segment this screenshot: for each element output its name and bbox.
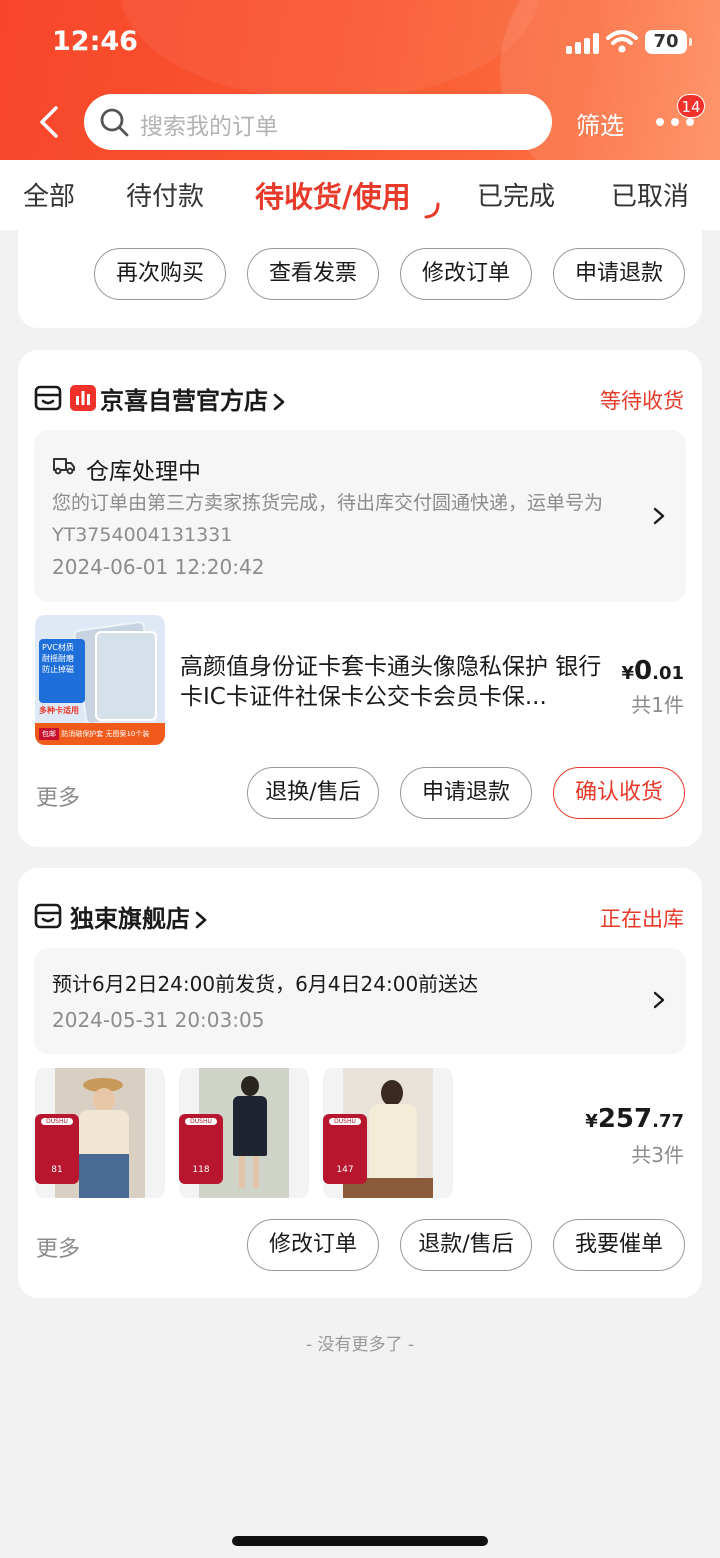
signal-icon <box>566 32 602 54</box>
shop-header[interactable]: 京喜自营官方店 <box>34 381 334 417</box>
order-card-previous: 再次购买 查看发票 修改订单 申请退款 <box>18 230 702 328</box>
modify-order-button[interactable]: 修改订单 <box>247 1219 379 1271</box>
tab-cancelled[interactable]: 已取消 <box>611 176 689 213</box>
battery-indicator: 70 <box>645 30 692 54</box>
end-of-list-text: - 没有更多了 - <box>305 1335 415 1355</box>
chevron-right-icon <box>273 393 285 411</box>
refund-aftersale-button[interactable]: 退款/售后 <box>400 1219 532 1271</box>
shop-name: 独束旗舰店 <box>70 899 208 934</box>
header-decoration <box>120 0 540 100</box>
chevron-right-icon <box>653 507 665 525</box>
brand-tag: DUSHU <box>329 1118 361 1125</box>
progress-description: 您的订单由第三方卖家拣货完成，待出库交付圆通快递，运单号为YT375400413… <box>52 492 604 546</box>
shop-icon <box>34 903 62 929</box>
order-status: 正在出库 <box>600 907 684 931</box>
back-arrow-icon[interactable] <box>36 104 64 140</box>
thumb-price: 118 <box>192 1165 210 1175</box>
filter-button[interactable]: 筛选 <box>576 106 624 141</box>
order-status: 等待收货 <box>600 389 684 413</box>
chevron-right-icon <box>195 911 207 929</box>
shop-icon <box>34 385 62 411</box>
product-title[interactable]: 高颜值身份证卡套卡通头像隐私保护 银行卡IC卡证件社保卡公交卡会员卡保... <box>180 652 614 712</box>
delivery-estimate-box[interactable]: 预计6月2日24:00前发货，6月4日24:00前送达 2024-05-31 2… <box>34 948 686 1054</box>
header-bar: 12:46 70 搜索我的订单 筛选 14 <box>0 0 720 160</box>
order-tabs: 全部 待付款 待收货/使用 已完成 已取消 <box>0 160 720 230</box>
brand-tag: DUSHU <box>185 1118 217 1125</box>
modify-order-button[interactable]: 修改订单 <box>400 248 532 300</box>
shop-header[interactable]: 独束旗舰店 <box>34 899 254 935</box>
request-refund-button[interactable]: 申请退款 <box>400 767 532 819</box>
tab-pending-payment[interactable]: 待付款 <box>126 176 204 213</box>
thumb-tag: 防消磁保护套 无图案10个装 <box>61 730 150 738</box>
search-placeholder: 搜索我的订单 <box>140 114 278 140</box>
thumb-tag: 防止掉磁 <box>42 665 74 674</box>
thumb-price: 147 <box>336 1165 354 1175</box>
product-image[interactable]: DUSHU 118 <box>179 1068 309 1198</box>
thumb-price: 81 <box>51 1165 63 1175</box>
search-icon <box>100 108 129 137</box>
wifi-icon <box>606 30 638 53</box>
product-image[interactable]: DUSHU 81 <box>35 1068 165 1198</box>
product-image[interactable]: PVC材质 耐摇耐磨 防止掉磁 多种卡适用 包邮 防消磁保护套 无图案10个装 <box>35 615 165 745</box>
more-link[interactable]: 更多 <box>36 1231 80 1263</box>
urge-order-button[interactable]: 我要催单 <box>553 1219 685 1271</box>
tab-completed[interactable]: 已完成 <box>477 176 555 213</box>
more-link[interactable]: 更多 <box>36 780 80 812</box>
order-price: ¥0.01 <box>621 656 684 686</box>
order-card-2: 独束旗舰店 正在出库 预计6月2日24:00前发货，6月4日24:00前送达 2… <box>18 868 702 1298</box>
product-image[interactable]: DUSHU 147 <box>323 1068 453 1198</box>
buy-again-button[interactable]: 再次购买 <box>94 248 226 300</box>
truck-icon <box>53 458 75 475</box>
confirm-receipt-button[interactable]: 确认收货 <box>553 767 685 819</box>
item-count: 共3件 <box>631 1143 684 1167</box>
order-time: 2024-05-31 20:03:05 <box>52 1008 265 1032</box>
delivery-estimate: 预计6月2日24:00前发货，6月4日24:00前送达 <box>52 972 479 996</box>
active-tab-indicator <box>424 202 440 219</box>
item-count: 共1件 <box>631 693 684 717</box>
tab-pending-receipt[interactable]: 待收货/使用 <box>255 174 411 216</box>
view-invoice-button[interactable]: 查看发票 <box>247 248 379 300</box>
order-price: ¥257.77 <box>585 1104 684 1134</box>
chevron-right-icon <box>653 991 665 1009</box>
order-card-1: 京喜自营官方店 等待收货 仓库处理中 您的订单由第三方卖家拣货完成，待出库交付圆… <box>18 350 702 847</box>
thumb-tag: PVC材质 <box>42 643 74 652</box>
jingxi-logo-icon <box>70 385 96 411</box>
thumb-tag: 包邮 <box>39 728 59 740</box>
thumb-tag: 耐摇耐磨 <box>42 654 74 663</box>
home-indicator[interactable] <box>232 1536 488 1546</box>
shop-name: 京喜自营官方店 <box>100 381 286 416</box>
shipping-progress-box[interactable]: 仓库处理中 您的订单由第三方卖家拣货完成，待出库交付圆通快递，运单号为YT375… <box>34 430 686 602</box>
status-time: 12:46 <box>52 26 138 57</box>
return-aftersale-button[interactable]: 退换/售后 <box>247 767 379 819</box>
request-refund-button[interactable]: 申请退款 <box>553 248 685 300</box>
search-input[interactable]: 搜索我的订单 <box>84 94 552 150</box>
tab-all[interactable]: 全部 <box>23 176 75 213</box>
progress-title: 仓库处理中 <box>86 459 201 485</box>
progress-time: 2024-06-01 12:20:42 <box>52 555 265 579</box>
thumb-tag: 多种卡适用 <box>39 706 79 715</box>
brand-tag: DUSHU <box>41 1118 73 1125</box>
message-badge: 14 <box>677 94 705 118</box>
